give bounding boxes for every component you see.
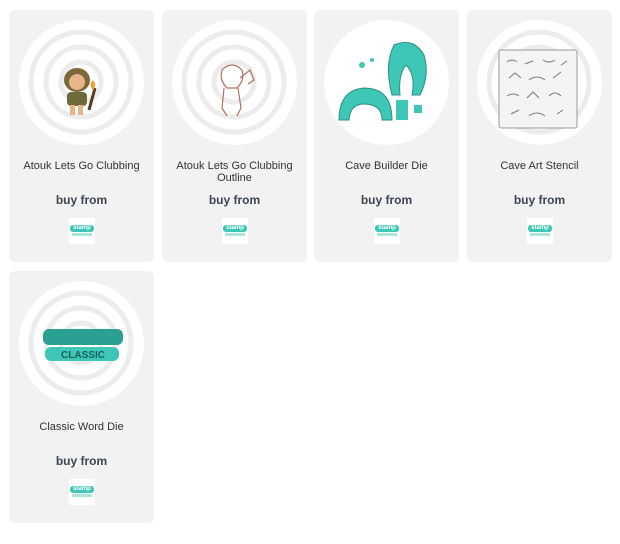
product-card-cave-art-stencil[interactable]: Cave Art Stencil buy from stamp <box>467 10 612 262</box>
store-logo-underline <box>225 233 245 236</box>
product-name[interactable]: Cave Art Stencil <box>471 160 608 172</box>
store-logo-underline <box>72 494 92 497</box>
product-card-classic-word-die[interactable]: CLASSIC Classic Word Die buy from stamp <box>9 271 154 523</box>
store-logo-underline <box>377 233 397 236</box>
store-logo-link[interactable]: stamp <box>527 218 553 244</box>
store-logo-icon: stamp <box>223 225 247 232</box>
product-name[interactable]: Classic Word Die <box>13 421 150 433</box>
product-name[interactable]: Atouk Lets Go Clubbing Outline <box>166 160 303 184</box>
product-image[interactable] <box>477 20 602 145</box>
store-logo-underline <box>530 233 550 236</box>
product-card-atouk-outline[interactable]: Atouk Lets Go Clubbing Outline buy from … <box>162 10 307 262</box>
store-logo-link[interactable]: stamp <box>69 218 95 244</box>
store-logo-link[interactable]: stamp <box>222 218 248 244</box>
product-card-atouk-clubbing[interactable]: Atouk Lets Go Clubbing buy from stamp <box>9 10 154 262</box>
product-name[interactable]: Cave Builder Die <box>318 160 455 172</box>
classic-word-text: CLASSIC <box>61 350 105 361</box>
store-logo-link[interactable]: stamp <box>374 218 400 244</box>
product-image[interactable] <box>172 20 297 145</box>
cave-builder-image <box>338 42 427 121</box>
store-logo-icon: stamp <box>70 225 94 232</box>
buy-from-label: buy from <box>55 193 108 207</box>
buy-from-label: buy from <box>513 193 566 207</box>
cave-art-stencil-image <box>486 29 592 135</box>
product-image[interactable] <box>19 20 144 145</box>
buy-from-label: buy from <box>55 454 108 468</box>
caveman-outline-image <box>181 29 287 135</box>
buy-from-label: buy from <box>360 193 413 207</box>
store-logo-icon: stamp <box>528 225 552 232</box>
product-name[interactable]: Atouk Lets Go Clubbing <box>13 160 150 172</box>
store-logo-underline <box>72 233 92 236</box>
store-logo-icon: stamp <box>375 225 399 232</box>
caveman-clubbing-image <box>28 29 134 135</box>
product-card-cave-builder[interactable]: Cave Builder Die buy from stamp <box>314 10 459 262</box>
store-logo-link[interactable]: stamp <box>69 479 95 505</box>
buy-from-label: buy from <box>208 193 261 207</box>
classic-word-die-image: CLASSIC <box>28 290 134 396</box>
product-image[interactable] <box>324 20 449 145</box>
store-logo-icon: stamp <box>70 486 94 493</box>
product-image[interactable]: CLASSIC <box>19 281 144 406</box>
